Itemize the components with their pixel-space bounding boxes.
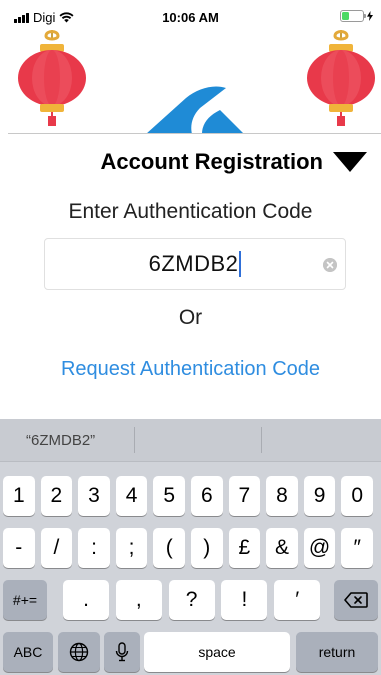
key-digit[interactable]: 8 [266,476,298,516]
key-digit[interactable]: 7 [228,476,261,516]
key-punctuation[interactable]: , [115,580,162,620]
header-divider [8,133,381,134]
abc-key[interactable]: ABC [3,632,53,672]
account-registration-dropdown[interactable]: Account Registration [0,146,381,178]
predictive-suggestion[interactable]: “6ZMDB2” [0,419,134,461]
auth-code-input[interactable]: 6ZMDB2 [44,238,346,290]
auth-code-value: 6ZMDB2 [148,251,239,276]
key-digit[interactable]: 2 [40,476,73,516]
key-symbol[interactable]: ( [153,528,185,568]
triangle-down-icon[interactable] [333,152,367,172]
charging-bolt-icon [367,11,373,21]
key-digit[interactable]: 6 [191,476,223,516]
page-title: Account Registration [100,149,323,174]
predictive-divider [134,427,135,453]
key-digit[interactable]: 9 [303,476,336,516]
key-symbol[interactable]: ″ [341,528,373,568]
predictive-divider [261,427,262,453]
lantern-icon [307,30,375,126]
return-key[interactable]: return [296,632,378,672]
key-digit[interactable]: 4 [115,476,148,516]
status-time: 10:06 AM [162,10,219,25]
key-symbol[interactable]: ) [191,528,223,568]
app-logo-icon [146,86,244,134]
key-symbol[interactable]: £ [228,528,261,568]
or-label: Or [178,306,203,329]
globe-key[interactable] [58,632,100,672]
key-digit[interactable]: 0 [341,476,373,516]
globe-icon [69,642,89,662]
lantern-icon [18,30,86,126]
request-auth-code-link[interactable]: Request Authentication Code [0,358,381,381]
microphone-icon [115,642,129,662]
key-symbol[interactable]: & [266,528,298,568]
space-key[interactable]: space [144,632,290,672]
key-symbol[interactable]: ; [115,528,148,568]
mic-key[interactable] [104,632,140,672]
key-symbol[interactable]: @ [303,528,336,568]
predictive-bar: “6ZMDB2” [0,419,381,462]
battery-icon [340,10,366,22]
key-symbol[interactable]: : [78,528,110,568]
clear-text-icon[interactable] [323,258,337,272]
key-punctuation[interactable]: ? [168,580,215,620]
key-punctuation[interactable]: . [63,580,109,620]
text-cursor [239,251,242,277]
backspace-key[interactable] [334,580,378,620]
key-digit[interactable]: 5 [153,476,185,516]
key-symbol[interactable]: - [3,528,35,568]
key-digit[interactable]: 3 [78,476,110,516]
key-symbol[interactable]: / [40,528,73,568]
backspace-icon [344,592,368,608]
key-more-symbols[interactable]: #+= [3,580,47,620]
auth-code-label: Enter Authentication Code [68,200,313,223]
key-punctuation[interactable]: ′ [274,580,321,620]
keyboard: “6ZMDB2” 1 2 3 4 5 6 7 8 9 0 - /:;() £ & @ ″ #+=.,?! ′ ABC… [0,419,381,675]
app-header [0,26,381,134]
key-digit[interactable]: 1 [3,476,35,516]
key-punctuation[interactable]: ! [221,580,268,620]
